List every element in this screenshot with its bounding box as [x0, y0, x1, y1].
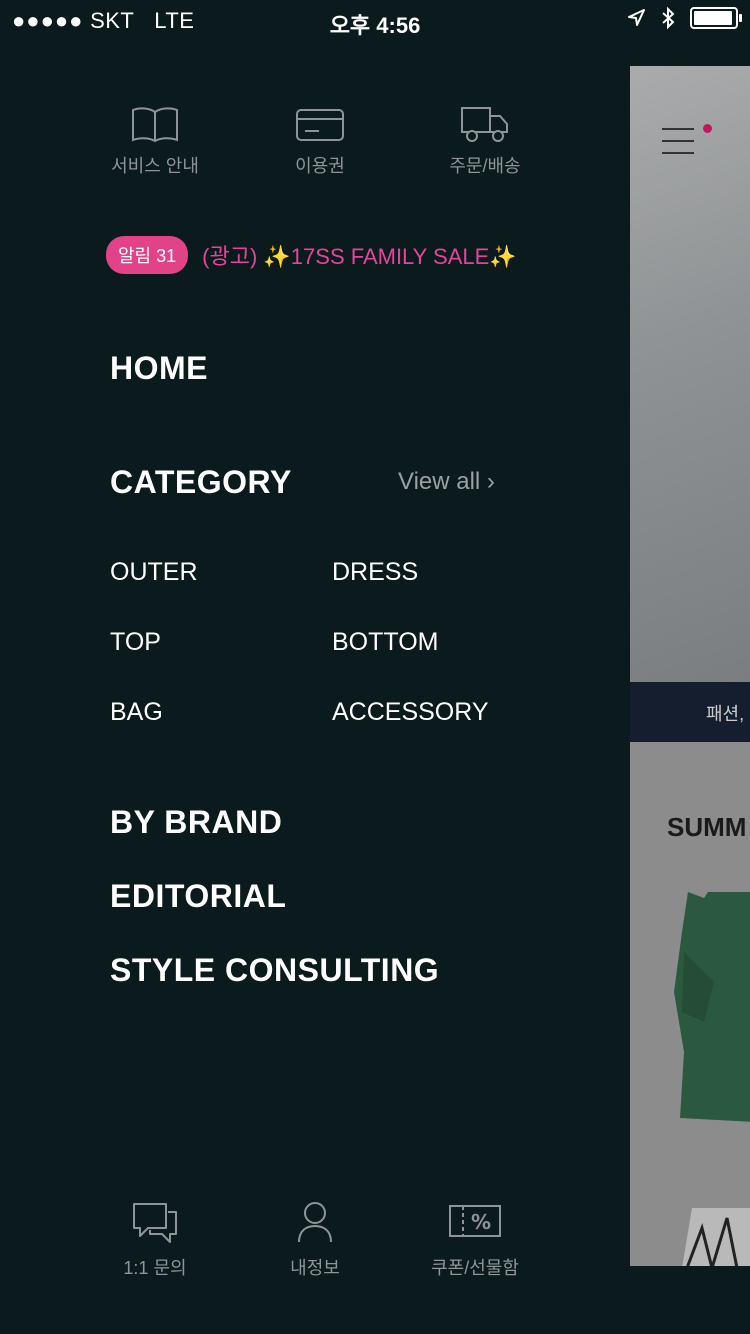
category-outer[interactable]: OUTER	[110, 558, 198, 587]
menu-category[interactable]: CATEGORY	[110, 464, 292, 501]
bottom-link-label: 내정보	[290, 1258, 340, 1278]
battery-icon	[690, 7, 742, 29]
category-dress[interactable]: DRESS	[332, 558, 418, 587]
chat-icon	[133, 1203, 177, 1243]
hamburger-menu-icon[interactable]	[662, 128, 694, 164]
quick-link-voucher[interactable]: 이용권	[245, 104, 395, 178]
quick-links: 서비스 안내 이용권 주문/배송	[80, 104, 560, 178]
notice-banner[interactable]: 알림 31 (광고) ✨17SS FAMILY SALE✨	[106, 236, 517, 274]
notification-dot	[703, 124, 712, 133]
location-icon	[628, 9, 645, 26]
status-icons	[626, 6, 742, 30]
menu-editorial[interactable]: EDITORIAL	[110, 878, 286, 915]
menu-style-consulting[interactable]: STYLE CONSULTING	[110, 952, 439, 989]
menu-by-brand[interactable]: BY BRAND	[110, 804, 282, 841]
main-page-preview[interactable]: 패션, SUMM	[630, 66, 750, 1266]
section-title: SUMM	[667, 812, 747, 842]
quick-link-label: 이용권	[295, 156, 345, 176]
category-bag[interactable]: BAG	[110, 698, 163, 727]
user-icon	[298, 1202, 332, 1243]
bluetooth-icon	[662, 6, 675, 30]
bottom-link-inquiry[interactable]: 1:1 문의	[80, 1200, 230, 1280]
band-text: 패션,	[706, 704, 745, 724]
bottom-link-my-info[interactable]: 내정보	[240, 1200, 390, 1280]
bottom-link-label: 쿠폰/선물함	[431, 1258, 519, 1278]
category-bottom[interactable]: BOTTOM	[332, 628, 438, 657]
quick-link-label: 주문/배송	[449, 156, 521, 176]
bottom-links: 1:1 문의 내정보 % 쿠폰/선물함	[80, 1200, 550, 1280]
status-bar: ●●●●● SKT LTE 오후 4:56	[0, 0, 750, 40]
book-icon	[132, 107, 178, 143]
coupon-icon: %	[449, 1205, 501, 1237]
quick-link-service-guide[interactable]: 서비스 안내	[80, 104, 230, 178]
category-top[interactable]: TOP	[110, 628, 161, 657]
svg-text:%: %	[471, 1210, 491, 1234]
quick-link-order-delivery[interactable]: 주문/배송	[410, 104, 560, 178]
product-image-secondary[interactable]	[682, 1208, 750, 1266]
card-icon	[296, 109, 344, 141]
category-accessory[interactable]: ACCESSORY	[332, 698, 489, 727]
truck-icon	[461, 107, 508, 142]
bottom-link-label: 1:1 문의	[123, 1258, 187, 1278]
menu-home[interactable]: HOME	[110, 350, 208, 387]
notification-badge: 알림 31	[106, 236, 189, 274]
quick-link-label: 서비스 안내	[111, 156, 199, 176]
notice-text: (광고) ✨17SS FAMILY SALE✨	[202, 244, 517, 269]
bottom-link-coupon-gift[interactable]: % 쿠폰/선물함	[400, 1200, 550, 1280]
view-all-link[interactable]: View all ›	[398, 468, 495, 496]
info-band: 패션,	[630, 682, 750, 742]
product-image[interactable]	[674, 892, 750, 1122]
